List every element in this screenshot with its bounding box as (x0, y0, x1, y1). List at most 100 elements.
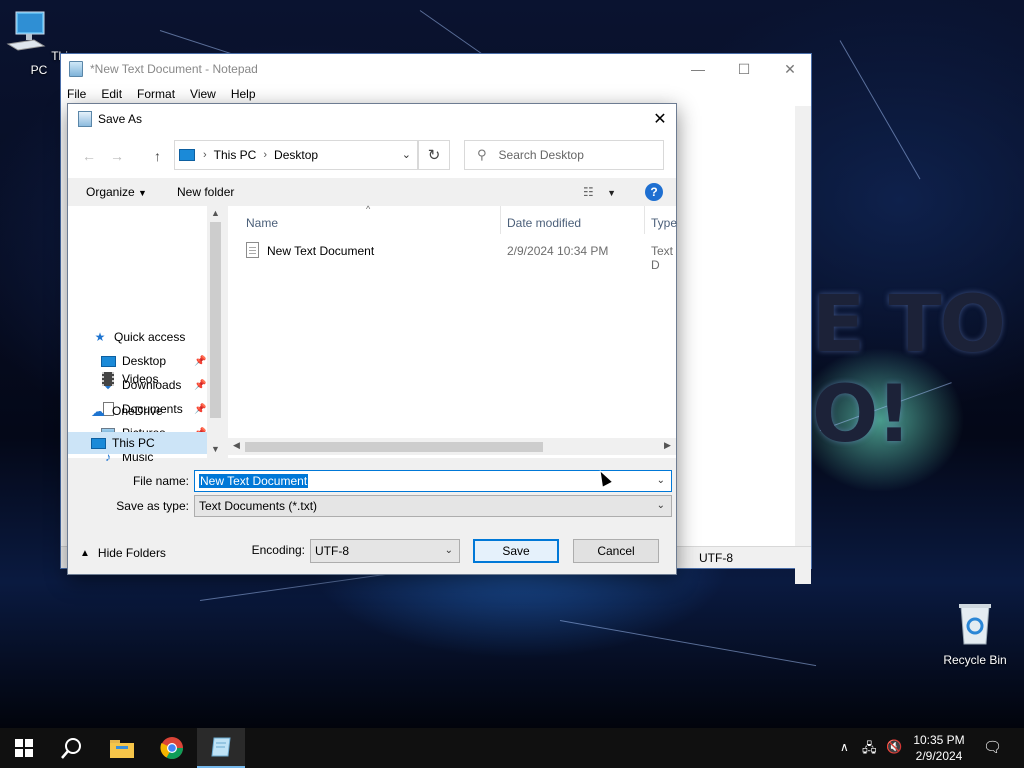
desktop-icon-recycle-bin[interactable]: Recycle Bin (937, 602, 1013, 667)
column-header-date-modified[interactable]: Date modified (507, 216, 581, 230)
horizontal-scrollbar[interactable]: ◀ ▶ (228, 438, 676, 455)
dialog-close-button[interactable]: ✕ (644, 104, 676, 134)
close-button[interactable]: ✕ (767, 54, 813, 84)
scrollbar-thumb[interactable] (210, 222, 221, 418)
taskbar-file-explorer[interactable] (98, 728, 146, 768)
new-folder-button[interactable]: New folder (177, 185, 234, 199)
scroll-left-arrow-icon[interactable]: ◀ (233, 440, 240, 451)
notepad-title: *New Text Document - Notepad (90, 62, 258, 76)
encoding-label: Encoding: (251, 543, 305, 557)
file-name-label: File name: (132, 474, 189, 488)
address-bar[interactable]: › This PC › Desktop ⌄ (174, 140, 418, 170)
refresh-button[interactable]: ↻ (418, 140, 450, 170)
clock-date: 2/9/2024 (915, 749, 963, 763)
notifications-icon[interactable]: 🗨 (983, 738, 1002, 756)
minimize-button[interactable]: — (675, 54, 721, 84)
pin-icon: 📌 (194, 379, 207, 391)
taskbar-chrome[interactable] (148, 728, 196, 768)
file-date-cell: 2/9/2024 10:34 PM (507, 244, 609, 258)
start-button[interactable] (0, 728, 48, 768)
file-type-cell: Text D (651, 244, 674, 272)
close-icon: ✕ (784, 60, 796, 77)
notepad-icon (78, 111, 92, 127)
lightning-streak (559, 620, 817, 667)
up-arrow-icon[interactable]: ↑ (154, 148, 161, 164)
chevron-down-icon[interactable]: ⌄ (402, 148, 411, 161)
chevron-up-icon[interactable]: ∧ (840, 740, 849, 754)
breadcrumb-desktop[interactable]: Desktop (274, 148, 318, 162)
caret-down-icon: ▼ (138, 188, 147, 198)
network-icon[interactable]: 🖧 (862, 739, 877, 761)
scrollbar-thumb[interactable] (245, 442, 543, 452)
chevron-down-icon[interactable]: ⌄ (657, 475, 665, 486)
clock-time: 10:35 PM (913, 733, 965, 747)
sidebar-item-label: This PC (112, 436, 155, 450)
encoding-value: UTF-8 (315, 544, 349, 558)
hide-folders-button[interactable]: ▲ Hide Folders (80, 546, 166, 560)
notepad-icon (69, 61, 83, 77)
help-button[interactable]: ? (645, 183, 663, 201)
sidebar-item-label: Videos (122, 372, 159, 386)
organize-button[interactable]: Organize ▼ (86, 185, 147, 199)
scroll-right-arrow-icon[interactable]: ▶ (664, 440, 671, 451)
save-as-type-select[interactable]: Text Documents (*.txt) ⌄ (194, 495, 672, 517)
sidebar-item-videos[interactable]: Videos (100, 368, 158, 390)
forward-arrow-icon[interactable]: → (110, 148, 124, 164)
save-as-type-label: Save as type: (116, 499, 189, 513)
start-windows-icon (15, 739, 33, 757)
computer-icon (6, 11, 46, 51)
column-divider[interactable] (644, 206, 645, 234)
sort-ascending-icon: ^ (366, 204, 371, 214)
column-header-type[interactable]: Type (651, 216, 677, 230)
taskbar-notepad[interactable] (197, 728, 245, 768)
desktop-folder-icon (100, 354, 116, 368)
menu-edit[interactable]: Edit (101, 87, 122, 101)
text-file-icon (246, 242, 259, 258)
desktop-icon-label: Recycle Bin (943, 653, 1007, 667)
caret-down-icon: ▼ (607, 188, 617, 198)
volume-muted-icon[interactable]: 🔇 (886, 739, 902, 755)
search-input[interactable]: ⚲ Search Desktop (464, 140, 664, 170)
notepad-icon (211, 737, 231, 757)
maximize-button[interactable]: ☐ (721, 54, 767, 84)
clock[interactable]: 10:35 PM 2/9/2024 (906, 732, 972, 764)
menu-view[interactable]: View (190, 87, 216, 101)
scroll-down-arrow-icon[interactable]: ▼ (207, 444, 224, 454)
dialog-title: Save As (98, 112, 143, 126)
column-header-name[interactable]: Name (246, 216, 278, 230)
scroll-up-arrow-icon[interactable]: ▲ (207, 208, 224, 218)
notepad-vertical-scrollbar[interactable] (795, 106, 811, 584)
status-encoding: UTF-8 (699, 551, 733, 565)
command-bar: Organize ▼ New folder ☷ ▼ ? (68, 178, 676, 206)
back-arrow-icon[interactable]: ← (82, 148, 96, 164)
star-icon: ★ (94, 330, 106, 344)
sidebar-item-onedrive[interactable]: ☁ OneDrive (90, 400, 163, 422)
chevron-down-icon: ⌄ (656, 500, 665, 511)
maximize-icon: ☐ (737, 60, 751, 77)
save-button[interactable]: Save (473, 539, 559, 563)
sidebar-item-quick-access[interactable]: ★ Quick access (92, 326, 186, 348)
file-explorer-icon (110, 740, 134, 758)
dialog-title-bar[interactable]: Save As (68, 104, 676, 134)
table-row[interactable]: New Text Document 2/9/2024 10:34 PM Text… (228, 240, 676, 272)
menu-file[interactable]: File (67, 87, 86, 101)
file-name-cell: New Text Document (267, 244, 375, 258)
pin-icon: 📌 (194, 403, 207, 415)
sidebar-item-label: Desktop (122, 354, 167, 368)
chevron-right-icon: › (263, 149, 268, 161)
navigation-pane-scrollbar[interactable]: ▲ ▼ (207, 206, 224, 458)
details-view-icon: ☷ (583, 185, 594, 199)
chrome-icon (160, 737, 183, 759)
view-options-button[interactable]: ☷ ▼ (583, 185, 616, 199)
taskbar-search-button[interactable] (48, 728, 96, 768)
menu-format[interactable]: Format (137, 87, 175, 101)
save-as-dialog: Save As ✕ ← → ↑ › This PC › Desktop ⌄ ↻ … (67, 103, 677, 575)
breadcrumb-this-pc[interactable]: This PC (214, 148, 257, 162)
column-divider[interactable] (500, 206, 501, 234)
sidebar-item-this-pc[interactable]: This PC (68, 432, 207, 454)
chevron-right-icon: › (203, 149, 207, 161)
menu-help[interactable]: Help (231, 87, 256, 101)
encoding-select[interactable]: UTF-8 ⌄ (310, 539, 460, 563)
cancel-button[interactable]: Cancel (573, 539, 659, 563)
taskbar: ∧ 🖧 🔇 10:35 PM 2/9/2024 🗨 (0, 728, 1024, 768)
